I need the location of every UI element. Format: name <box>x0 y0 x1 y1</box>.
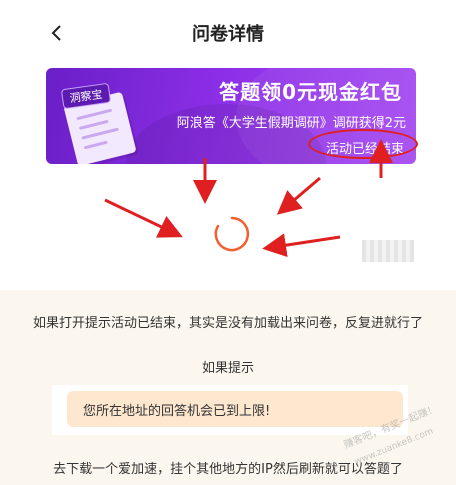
instruction-line: 如果打开提示活动已结束，其实是没有加载出来问卷，反复进就行了 <box>32 316 423 331</box>
loading-spinner-icon <box>214 216 250 252</box>
page-title: 问卷详情 <box>192 24 264 45</box>
annotation-arrow <box>104 198 183 238</box>
banner-subtitle: 阿浪答《大学生假期调研》调研获得2元 <box>176 116 406 131</box>
tip-container: 您所在地址的回答机会已到上限! <box>52 385 408 435</box>
limit-notice: 您所在地址的回答机会已到上限! <box>67 391 403 427</box>
instruction-line: 去下载一个爱加速，挂个其他地方的IP然后刷新就可以答题了 <box>53 462 403 477</box>
annotation-arrow <box>262 233 341 258</box>
nav-header: 问卷详情 <box>0 0 456 62</box>
instructions-panel: 如果打开提示活动已结束，其实是没有加载出来问卷，反复进就行了 如果提示 您所在地… <box>0 290 456 485</box>
instruction-line: 如果提示 <box>201 361 254 376</box>
blurred-content <box>362 240 414 262</box>
page-top: 问卷详情 洞察宝 答题领0元现金红包 阿浪答《大学生假期调研》调研获得2元 活动… <box>0 0 456 290</box>
banner-title: 答题领0元现金红包 <box>219 80 402 104</box>
annotation-circle <box>308 129 418 159</box>
annotation-arrow <box>276 176 321 215</box>
